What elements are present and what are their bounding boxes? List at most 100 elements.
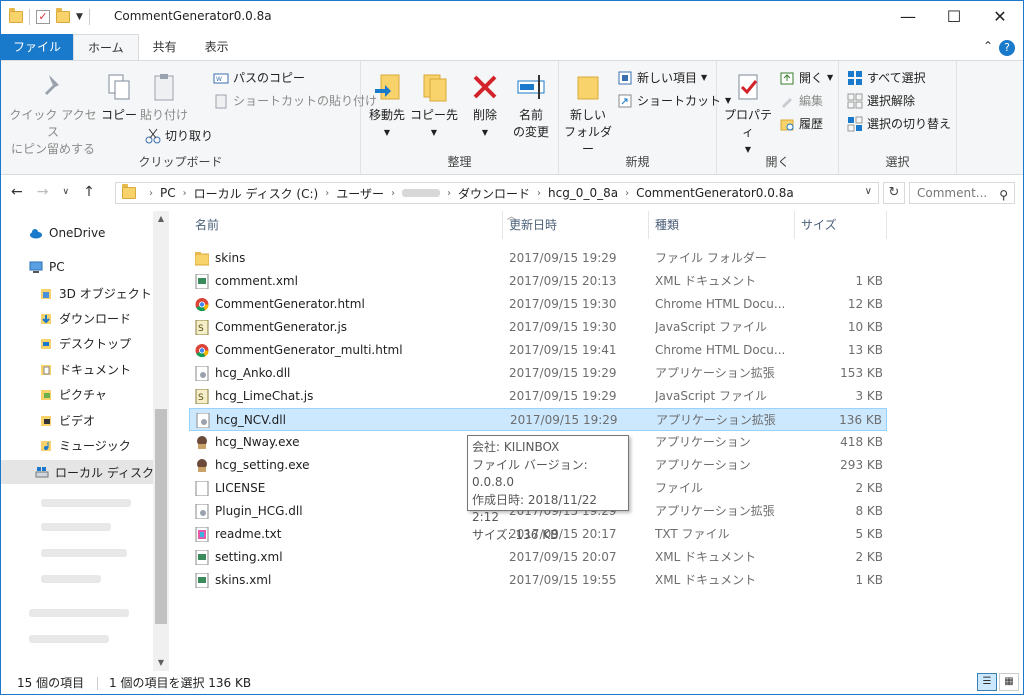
pin-quick-access-button[interactable]: クイック アクセス にピン留めする xyxy=(7,71,99,158)
minimize-button[interactable]: — xyxy=(885,1,931,33)
invert-selection-button[interactable]: 選択の切り替え xyxy=(847,115,951,132)
file-name: Plugin_HCG.dll xyxy=(215,504,303,518)
redacted-nav-item[interactable] xyxy=(41,549,127,557)
select-all-icon xyxy=(847,70,863,86)
tab-file[interactable]: ファイル xyxy=(1,34,74,60)
refresh-icon[interactable]: ↻ xyxy=(883,182,905,204)
nav-item-onedrive[interactable]: OneDrive xyxy=(1,221,153,245)
large-icons-view-icon[interactable]: ▦ xyxy=(999,673,1019,691)
up-arrow-icon[interactable]: ↑ xyxy=(83,184,95,200)
nav-item-documents[interactable]: ドキュメント xyxy=(1,357,153,381)
new-item-button[interactable]: 新しい項目 ▼ xyxy=(617,69,707,86)
help-icon[interactable]: ? xyxy=(999,40,1015,56)
redacted-nav-item[interactable] xyxy=(41,523,111,531)
breadcrumb-separator-icon[interactable]: › xyxy=(183,188,187,199)
nav-pane-scrollbar[interactable]: ▲ ▼ xyxy=(153,211,169,671)
column-header-date[interactable]: 更新日時 xyxy=(503,211,649,239)
nav-item-desktop[interactable]: デスクトップ xyxy=(1,331,153,355)
properties-button[interactable]: プロパティ ▼ xyxy=(719,71,777,158)
file-row[interactable]: hcg_NCV.dll 2017/09/15 19:29 アプリケーション拡張 136… xyxy=(189,408,887,431)
nav-item-music[interactable]: ミュージック xyxy=(1,433,153,457)
file-size: 2 KB xyxy=(855,550,883,564)
nav-item-local-disk[interactable]: ローカル ディスク (C xyxy=(1,460,153,484)
delete-button[interactable]: 削除 ▼ xyxy=(465,71,505,141)
edit-button[interactable]: 編集 xyxy=(779,92,823,109)
tab-view[interactable]: 表示 xyxy=(191,34,243,60)
collapse-ribbon-icon[interactable]: ⌃ xyxy=(983,39,993,53)
file-row[interactable]: setting.xml 2017/09/15 20:07 XML ドキュメント 2 K… xyxy=(189,546,887,569)
history-button[interactable]: 履歴 xyxy=(779,115,823,132)
nav-item-pictures[interactable]: ピクチャ xyxy=(1,382,153,406)
select-none-icon xyxy=(847,93,863,109)
scroll-down-icon[interactable]: ▼ xyxy=(153,658,169,667)
file-row[interactable]: S CommentGenerator.js 2017/09/15 19:30 Java… xyxy=(189,316,887,339)
status-item-count: 15 個の項目 xyxy=(17,676,85,690)
breadcrumb-pc[interactable]: PC xyxy=(160,186,176,200)
breadcrumb-current[interactable]: CommentGenerator0.0.8a xyxy=(636,186,794,200)
open-button[interactable]: 開く ▼ xyxy=(779,69,833,86)
file-name: hcg_setting.exe xyxy=(215,458,310,472)
nav-item-3d-objects[interactable]: 3D オブジェクト xyxy=(1,281,153,305)
breadcrumb-local-disk[interactable]: ローカル ディスク (C:) xyxy=(194,185,319,202)
quick-access-dropdown-icon[interactable]: ▼ xyxy=(76,12,83,22)
recent-locations-dropdown-icon[interactable]: ∨ xyxy=(62,187,69,200)
breadcrumb-hcg[interactable]: hcg_0_0_8a xyxy=(548,186,618,200)
breadcrumb-username-redacted[interactable] xyxy=(401,189,440,197)
new-folder-button[interactable]: 新しい フォルダー xyxy=(561,71,615,158)
address-bar[interactable]: › PC › ローカル ディスク (C:) › ユーザー › › ダウンロード … xyxy=(115,182,879,204)
redacted-nav-item[interactable] xyxy=(41,575,101,583)
scroll-up-icon[interactable]: ▲ xyxy=(153,214,169,223)
copy-button[interactable]: コピー xyxy=(99,71,139,124)
breadcrumb-separator-icon[interactable]: › xyxy=(537,188,541,199)
maximize-button[interactable]: ☐ xyxy=(931,1,977,33)
file-row[interactable]: hcg_Anko.dll 2017/09/15 19:29 アプリケーション拡張 15… xyxy=(189,362,887,385)
breadcrumb-separator-icon[interactable]: › xyxy=(447,188,451,199)
redacted-nav-item[interactable] xyxy=(29,609,129,617)
select-none-button[interactable]: 選択解除 xyxy=(847,92,915,109)
breadcrumb-downloads[interactable]: ダウンロード xyxy=(458,185,530,202)
cut-button[interactable]: 切り取り xyxy=(145,127,213,144)
properties-quick-icon[interactable]: ✓ xyxy=(36,10,50,24)
easy-access-shortcut-button[interactable]: ショートカット ▼ xyxy=(617,92,731,109)
desktop-icon xyxy=(39,336,53,350)
new-group: 新しい フォルダー 新しい項目 ▼ ショートカット ▼ 新規 xyxy=(559,61,731,174)
column-header-name[interactable]: 名前 xyxy=(189,211,503,239)
back-arrow-icon[interactable]: ← xyxy=(11,184,23,200)
file-row[interactable]: CommentGenerator.html 2017/09/15 19:30 Chr… xyxy=(189,293,887,316)
close-button[interactable]: ✕ xyxy=(977,1,1023,33)
breadcrumb-separator-icon[interactable]: › xyxy=(149,188,153,199)
nav-item-videos[interactable]: ビデオ xyxy=(1,408,153,432)
paste-shortcut-button[interactable]: ショートカットの貼り付け xyxy=(213,92,377,109)
tab-home[interactable]: ホーム xyxy=(73,34,139,61)
redacted-nav-item[interactable] xyxy=(29,635,109,643)
redacted-nav-item[interactable] xyxy=(41,499,131,507)
column-header-size[interactable]: サイズ xyxy=(795,211,887,239)
file-row[interactable]: skins.xml 2017/09/15 19:55 XML ドキュメント 1 KB xyxy=(189,569,887,592)
nav-item-pc[interactable]: PC xyxy=(1,255,153,279)
breadcrumb-separator-icon[interactable]: › xyxy=(625,188,629,199)
scrollbar-thumb[interactable] xyxy=(155,409,167,624)
file-row[interactable]: comment.xml 2017/09/15 20:13 XML ドキュメント 1 K… xyxy=(189,270,887,293)
select-all-button[interactable]: すべて選択 xyxy=(847,69,926,86)
breadcrumb-users[interactable]: ユーザー xyxy=(336,185,384,202)
nav-item-downloads[interactable]: ダウンロード xyxy=(1,306,153,330)
copy-path-button[interactable]: W パスのコピー xyxy=(213,69,305,86)
new-folder-quick-icon[interactable] xyxy=(56,8,70,23)
copy-to-button[interactable]: コピー先 ▼ xyxy=(409,71,459,141)
tab-share[interactable]: 共有 xyxy=(139,34,191,60)
breadcrumb-separator-icon[interactable]: › xyxy=(325,188,329,199)
forward-arrow-icon[interactable]: → xyxy=(37,184,49,200)
file-row[interactable]: skins 2017/09/15 19:29 ファイル フォルダー xyxy=(189,247,887,270)
address-dropdown-icon[interactable]: ∨ xyxy=(865,186,872,197)
paste-button[interactable]: 貼り付け xyxy=(139,71,189,124)
app-exe-icon xyxy=(195,458,209,473)
details-view-icon[interactable]: ☰ xyxy=(977,673,997,691)
search-box[interactable]: Comment... ⚲ xyxy=(909,182,1015,204)
breadcrumb-separator-icon[interactable]: › xyxy=(391,188,395,199)
file-row[interactable]: CommentGenerator_multi.html 2017/09/15 19… xyxy=(189,339,887,362)
rename-button[interactable]: 名前 の変更 xyxy=(507,71,555,141)
column-header-type[interactable]: 種類 xyxy=(649,211,795,239)
file-type: Chrome HTML Docu... xyxy=(655,343,785,357)
file-row[interactable]: Shcg_LimeChat.js 2017/09/15 19:29 JavaScri… xyxy=(189,385,887,408)
move-to-button[interactable]: 移動先 ▼ xyxy=(365,71,409,141)
